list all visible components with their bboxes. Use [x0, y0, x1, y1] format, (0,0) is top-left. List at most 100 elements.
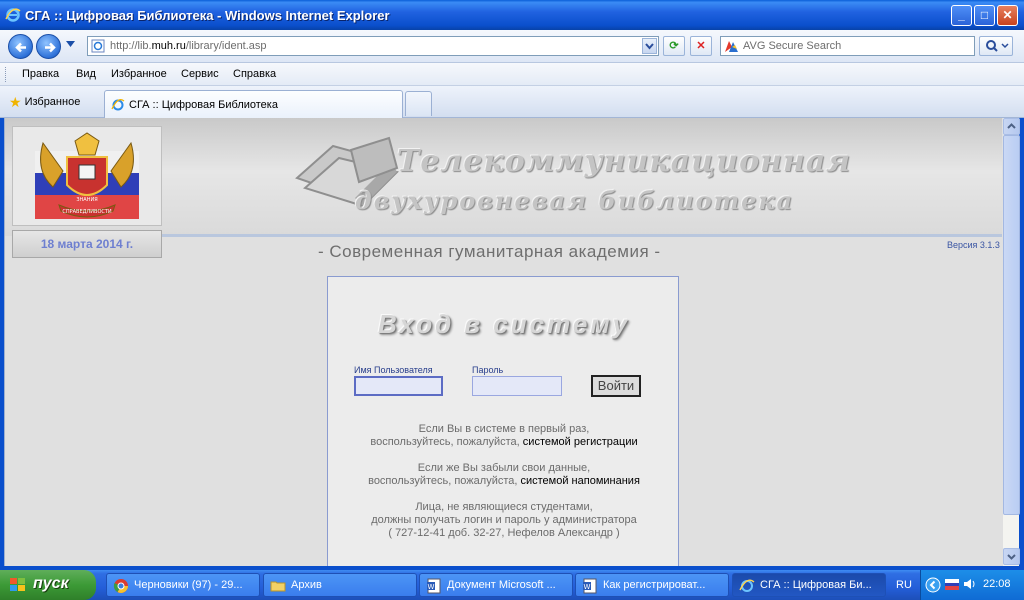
forward-button[interactable] — [36, 34, 61, 59]
password-label: Пароль — [472, 365, 504, 375]
chevron-down-icon — [1007, 554, 1016, 560]
window-border-left — [0, 118, 4, 566]
banner-title-line2: двухуровневая библиотека — [355, 186, 795, 215]
academy-logo: ЗНАНИЯ СПРАВЕДЛИВОСТИ — [35, 132, 139, 219]
login-panel: Вход в систему Имя Пользователя Пароль В… — [327, 276, 679, 566]
maximize-button[interactable]: □ — [974, 5, 995, 26]
non-student-info: Лица, не являющиеся студентами, должны п… — [328, 501, 680, 540]
word-icon: W — [583, 578, 597, 594]
clock[interactable]: 22:08 — [983, 578, 1011, 590]
chrome-icon — [113, 579, 128, 593]
tray-expand-icon[interactable] — [925, 577, 941, 593]
windows-logo-icon — [10, 578, 25, 591]
logo-frame: ЗНАНИЯ СПРАВЕДЛИВОСТИ — [12, 126, 162, 226]
system-tray: 22:08 — [920, 570, 1024, 600]
menu-item-view[interactable]: Вид — [76, 68, 96, 80]
address-toolbar: http://lib.muh.ru/library/ident.asp ⟳ ✕ … — [0, 30, 1024, 63]
reminder-link[interactable]: системой напоминания — [521, 475, 640, 487]
username-label: Имя Пользователя — [354, 365, 433, 375]
non-student-text-2: должны получать логин и пароль у админис… — [371, 514, 637, 526]
language-indicator[interactable]: RU — [896, 579, 912, 591]
tab-title: СГА :: Цифровая Библиотека — [129, 99, 278, 111]
scroll-down-button[interactable] — [1003, 548, 1020, 565]
screen: СГА :: Цифровая Библиотека - Windows Int… — [0, 0, 1024, 600]
flag-icon[interactable] — [945, 579, 959, 590]
search-button[interactable] — [979, 36, 1013, 56]
vertical-scrollbar[interactable] — [1002, 118, 1020, 566]
task-word-1[interactable]: W Документ Microsoft ... — [419, 573, 573, 597]
academy-name: - Современная гуманитарная академия - — [318, 242, 661, 261]
task-word-2[interactable]: W Как регистрироват... — [575, 573, 729, 597]
registration-link[interactable]: системой регистрации — [523, 436, 638, 448]
toolbar-grip[interactable] — [5, 67, 7, 82]
task-chrome[interactable]: Черновики (97) - 29... — [106, 573, 260, 597]
first-time-info: Если Вы в системе в первый раз, воспольз… — [328, 423, 680, 449]
window-titlebar[interactable]: СГА :: Цифровая Библиотека - Windows Int… — [0, 0, 1024, 30]
word-icon: W — [427, 578, 441, 594]
start-button[interactable]: пуск — [0, 570, 96, 600]
login-button[interactable]: Войти — [591, 375, 641, 397]
logo-text-top: ЗНАНИЯ — [76, 197, 97, 203]
scroll-up-button[interactable] — [1003, 118, 1020, 135]
search-input[interactable]: AVG Secure Search — [720, 36, 975, 56]
task-label: Как регистрироват... — [603, 579, 706, 591]
back-button[interactable] — [8, 34, 33, 59]
back-arrow-icon — [15, 42, 26, 53]
history-dropdown-icon[interactable] — [66, 41, 75, 47]
page-content: ЗНАНИЯ СПРАВЕДЛИВОСТИ 18 марта 2014 г. Т… — [4, 118, 1002, 566]
menu-item-favorites[interactable]: Избранное — [111, 68, 167, 80]
address-input[interactable]: http://lib.muh.ru/library/ident.asp — [87, 36, 659, 56]
svg-text:W: W — [428, 583, 435, 591]
start-label: пуск — [33, 575, 69, 592]
forgot-text: Если же Вы забыли свои данные, — [417, 462, 591, 474]
forward-arrow-icon — [45, 42, 56, 53]
admin-contact: ( 727-12-41 доб. 32-27, Нефелов Александ… — [388, 527, 620, 539]
menu-item-tools[interactable]: Сервис — [181, 68, 219, 80]
task-label: Черновики (97) - 29... — [134, 579, 243, 591]
task-ie[interactable]: СГА :: Цифровая Би... — [732, 573, 886, 597]
ie-icon — [739, 579, 755, 592]
username-input[interactable] — [354, 376, 443, 396]
search-placeholder: AVG Secure Search — [743, 40, 842, 52]
menu-bar: Правка Вид Избранное Сервис Справка — [0, 63, 1024, 86]
task-label: СГА :: Цифровая Би... — [760, 579, 872, 591]
task-folder[interactable]: Архив — [263, 573, 417, 597]
tab-active[interactable]: СГА :: Цифровая Библиотека — [104, 90, 403, 118]
ie-tab-icon — [111, 98, 125, 111]
task-label: Документ Microsoft ... — [447, 579, 556, 591]
forgot-text-2: воспользуйтесь, пожалуйста, — [368, 475, 518, 487]
avg-icon — [725, 41, 738, 52]
search-icon — [986, 40, 1009, 52]
ie-logo-icon — [5, 8, 21, 22]
close-button[interactable]: ✕ — [997, 5, 1018, 26]
menu-item-edit[interactable]: Правка — [22, 68, 59, 80]
version-label: Версия 3.1.3 — [947, 240, 1000, 250]
folder-icon — [270, 581, 286, 592]
favorites-button[interactable]: ★ Избранное — [9, 94, 80, 111]
refresh-button[interactable]: ⟳ — [663, 36, 685, 56]
window-title: СГА :: Цифровая Библиотека - Windows Int… — [25, 8, 390, 23]
header-divider — [155, 234, 1002, 237]
task-label: Архив — [291, 579, 322, 591]
menu-item-help[interactable]: Справка — [233, 68, 276, 80]
logo-text-bottom: СПРАВЕДЛИВОСТИ — [62, 209, 112, 215]
password-input[interactable] — [472, 376, 562, 396]
minimize-button[interactable]: _ — [951, 5, 972, 26]
current-date: 18 марта 2014 г. — [12, 230, 162, 258]
favorites-label: Избранное — [24, 96, 81, 108]
chevron-up-icon — [1007, 123, 1016, 129]
taskbar: пуск Черновики (97) - 29... Архив W Доку… — [0, 570, 1024, 600]
first-time-text-2: воспользуйтесь, пожалуйста, — [370, 436, 520, 448]
new-tab-button[interactable] — [405, 91, 432, 116]
login-title: Вход в систему — [377, 309, 631, 339]
stop-button[interactable]: ✕ — [690, 36, 712, 56]
scroll-thumb[interactable] — [1003, 135, 1020, 515]
first-time-text: Если Вы в системе в первый раз, — [418, 423, 590, 435]
volume-icon[interactable] — [963, 577, 977, 591]
banner-title-line1: Телекоммуникационная — [397, 144, 852, 179]
tab-bar: ★ Избранное СГА :: Цифровая Библиотека — [0, 86, 1024, 118]
non-student-text-1: Лица, не являющиеся студентами, — [415, 501, 593, 513]
address-dropdown-button[interactable] — [642, 38, 657, 54]
star-icon: ★ — [9, 94, 22, 110]
chevron-down-icon — [645, 43, 654, 50]
